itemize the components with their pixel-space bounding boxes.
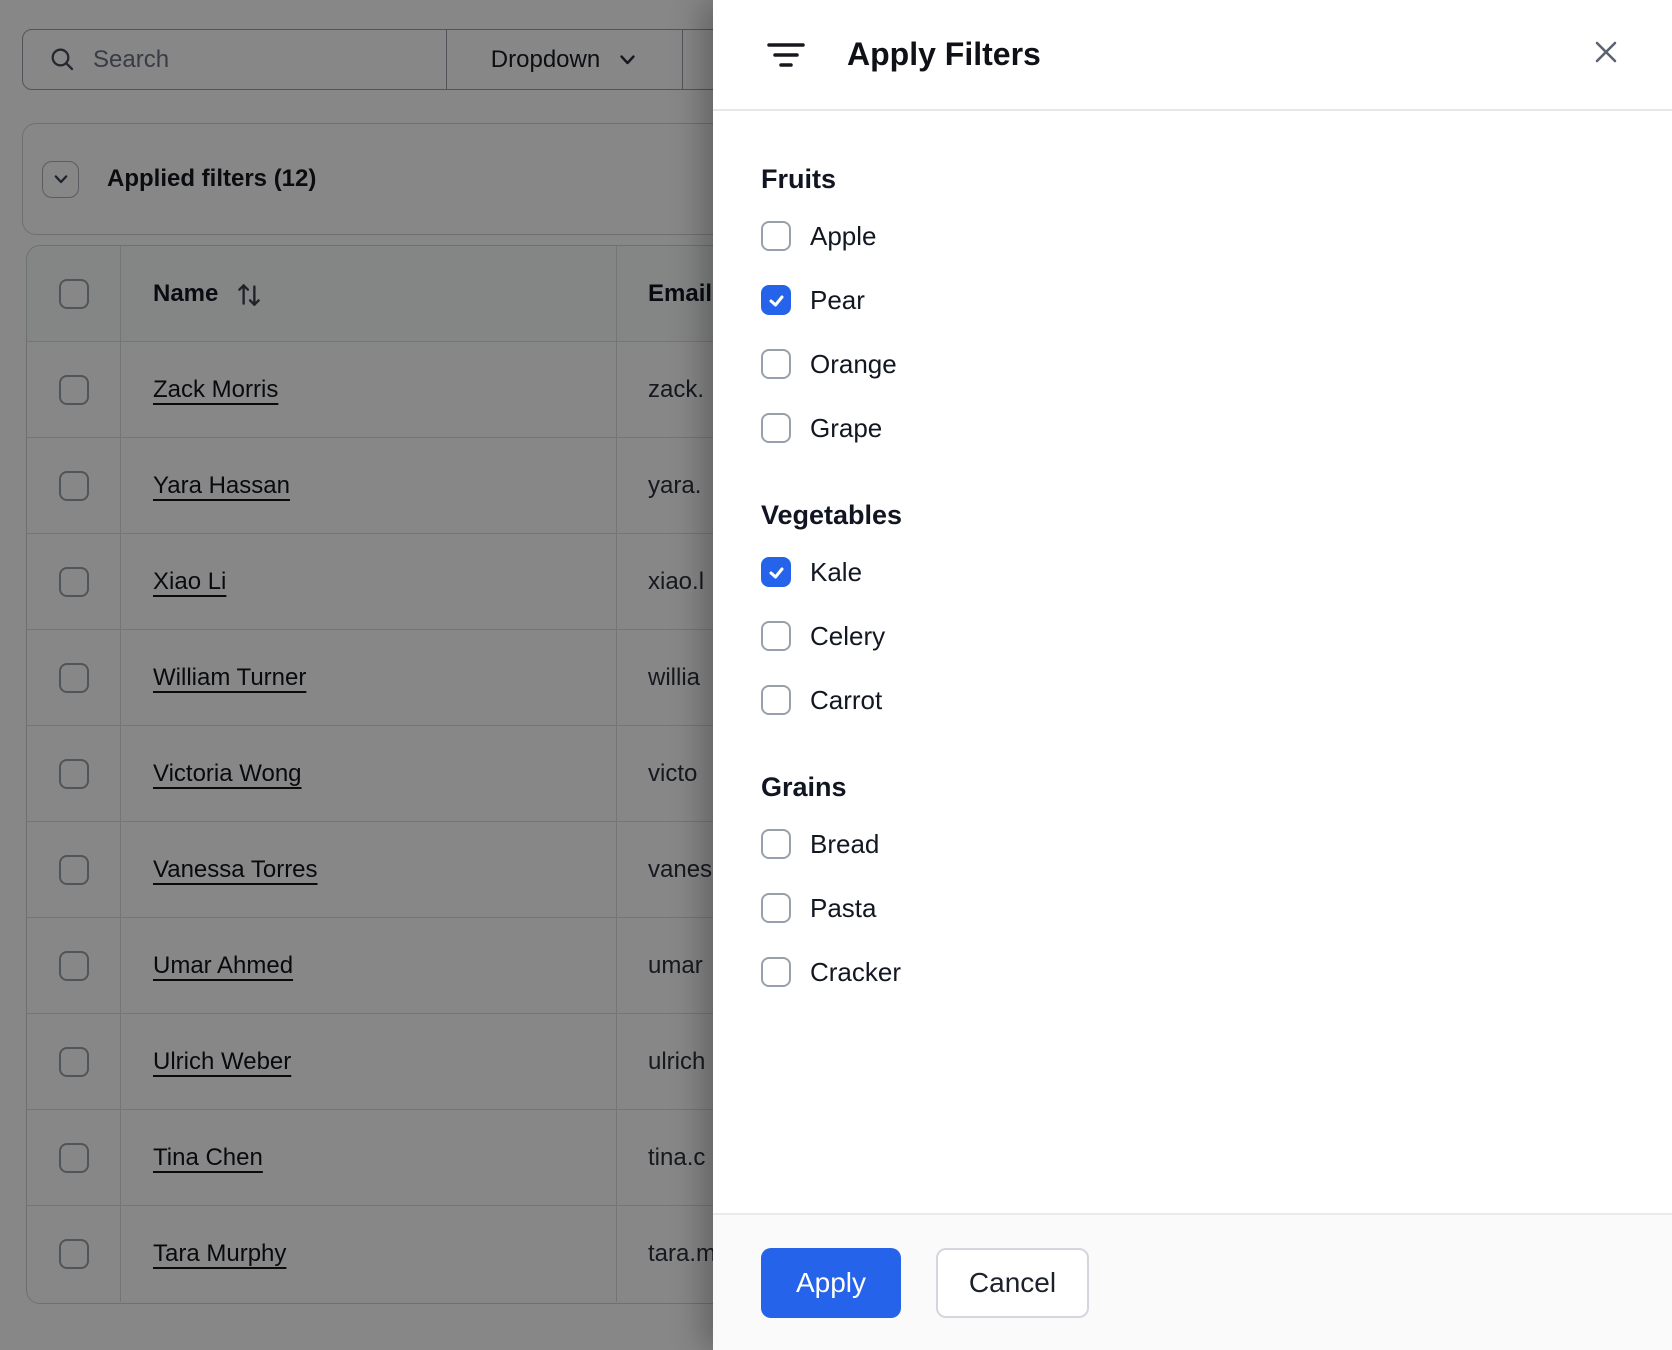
apply-filters-panel: Apply Filters Fruits Apple Pear Orange G… bbox=[713, 0, 1672, 1350]
checkbox[interactable] bbox=[761, 957, 791, 987]
checkbox[interactable] bbox=[761, 621, 791, 651]
panel-title: Apply Filters bbox=[847, 36, 1041, 72]
filter-option-cracker[interactable]: Cracker bbox=[761, 957, 1624, 987]
filter-option-pasta[interactable]: Pasta bbox=[761, 893, 1624, 923]
filter-option-orange[interactable]: Orange bbox=[761, 349, 1624, 379]
checkbox[interactable] bbox=[761, 285, 791, 315]
checkbox[interactable] bbox=[761, 829, 791, 859]
filter-option-label: Pear bbox=[810, 284, 865, 315]
filter-option-pear[interactable]: Pear bbox=[761, 285, 1624, 315]
checkbox[interactable] bbox=[761, 349, 791, 379]
filter-option-carrot[interactable]: Carrot bbox=[761, 685, 1624, 715]
filter-option-apple[interactable]: Apple bbox=[761, 221, 1624, 251]
section-heading-grains: Grains bbox=[761, 772, 847, 802]
checkbox[interactable] bbox=[761, 221, 791, 251]
filter-option-label: Cracker bbox=[810, 956, 902, 987]
checkbox[interactable] bbox=[761, 685, 791, 715]
filter-option-label: Carrot bbox=[810, 684, 883, 715]
panel-header: Apply Filters bbox=[713, 0, 1672, 111]
filter-icon bbox=[767, 42, 805, 67]
close-icon bbox=[1595, 41, 1617, 63]
filter-option-label: Orange bbox=[810, 348, 897, 379]
panel-body: Fruits Apple Pear Orange Grape Vegetable… bbox=[713, 111, 1672, 987]
section-options-grains: Bread Pasta Cracker bbox=[761, 829, 1624, 987]
filter-option-label: Pasta bbox=[810, 892, 877, 923]
filter-option-celery[interactable]: Celery bbox=[761, 621, 1624, 651]
checkbox[interactable] bbox=[761, 557, 791, 587]
filter-option-label: Kale bbox=[810, 556, 863, 587]
checkbox[interactable] bbox=[761, 893, 791, 923]
filter-option-kale[interactable]: Kale bbox=[761, 557, 1624, 587]
filter-option-bread[interactable]: Bread bbox=[761, 829, 1624, 859]
app-root: Search Dropdown Applied filters (12) Nam… bbox=[0, 0, 1672, 1350]
panel-footer: Apply Cancel bbox=[713, 1213, 1672, 1350]
section-options-fruits: Apple Pear Orange Grape bbox=[761, 221, 1624, 443]
section-heading-vegetables: Vegetables bbox=[761, 500, 903, 530]
filter-option-label: Celery bbox=[810, 620, 886, 651]
section-heading-fruits: Fruits bbox=[761, 164, 837, 194]
filter-option-grape[interactable]: Grape bbox=[761, 413, 1624, 443]
cancel-button[interactable]: Cancel bbox=[936, 1248, 1089, 1318]
section-options-vegetables: Kale Celery Carrot bbox=[761, 557, 1624, 715]
checkbox[interactable] bbox=[761, 413, 791, 443]
apply-button[interactable]: Apply bbox=[761, 1248, 901, 1318]
filter-option-label: Bread bbox=[810, 828, 880, 859]
close-button[interactable] bbox=[1584, 30, 1628, 74]
filter-option-label: Apple bbox=[810, 220, 877, 251]
filter-option-label: Grape bbox=[810, 412, 883, 443]
